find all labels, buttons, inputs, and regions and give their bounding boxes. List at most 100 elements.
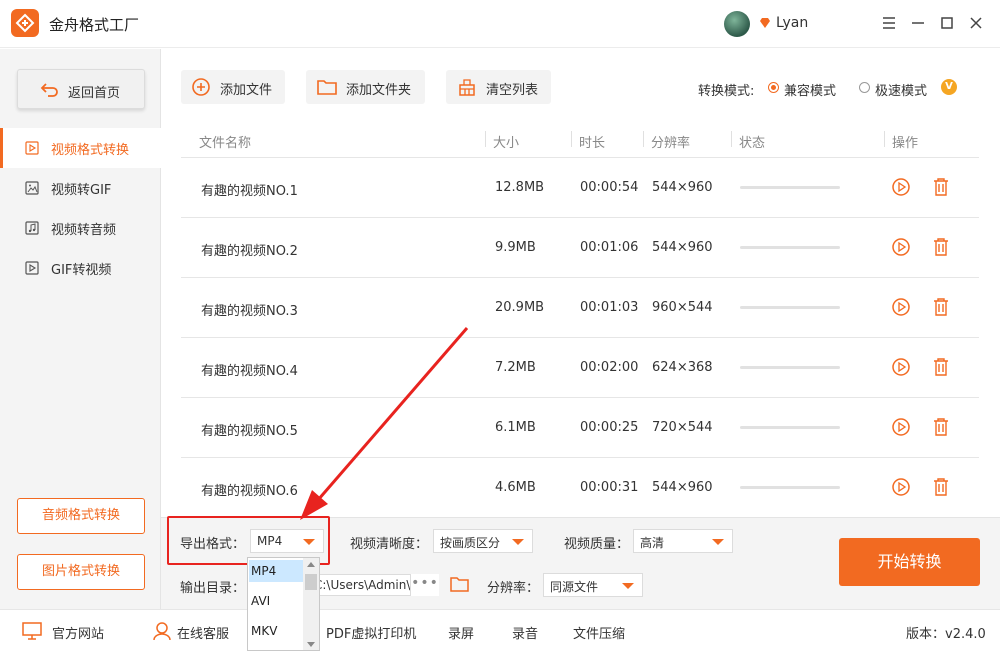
sidebar-item-label: GIF转视频: [51, 263, 112, 278]
file-size-cell: 9.9MB: [495, 240, 536, 255]
menu-icon[interactable]: [878, 12, 900, 34]
sidebar-item-video-to-audio[interactable]: 视频转音频: [0, 208, 161, 248]
user-avatar[interactable]: [724, 11, 750, 37]
compat-mode-label[interactable]: 兼容模式: [784, 80, 836, 99]
col-separator: [571, 131, 572, 147]
minimize-icon[interactable]: [907, 12, 929, 34]
online-support-link[interactable]: 在线客服: [177, 623, 229, 642]
pdf-printer-link[interactable]: PDF虚拟打印机: [326, 623, 416, 642]
file-name-cell: 有趣的视频NO.4: [201, 364, 298, 379]
table-row[interactable]: 有趣的视频NO.6 4.6MB 00:00:31 544×960: [181, 458, 979, 518]
table-row[interactable]: 有趣的视频NO.2 9.9MB 00:01:06 544×960: [181, 218, 979, 278]
resolution-cell: 720×544: [652, 420, 713, 435]
close-icon[interactable]: [965, 12, 987, 34]
monitor-icon: [22, 622, 42, 640]
scroll-up-icon[interactable]: [307, 562, 315, 567]
dropdown-option-mkv[interactable]: MKV: [249, 620, 305, 642]
file-name-cell: 有趣的视频NO.3: [201, 304, 298, 319]
quality-value: 高清: [640, 536, 665, 550]
status-progress-bar: [740, 186, 840, 189]
quality-select[interactable]: 高清: [633, 529, 733, 553]
browse-more-button[interactable]: •••: [410, 574, 439, 596]
resolution-cell: 960×544: [652, 300, 713, 315]
maximize-icon[interactable]: [936, 12, 958, 34]
col-separator: [884, 131, 885, 147]
username[interactable]: Lyan: [776, 15, 808, 31]
customer-service-icon: [153, 622, 171, 641]
trash-icon[interactable]: [932, 477, 950, 497]
file-name-cell: 有趣的视频NO.6: [201, 484, 298, 499]
dropdown-option-avi[interactable]: AVI: [249, 590, 305, 612]
sidebar: 返回首页 视频格式转换 视频转GIF 视频转音频 GIF转视频 音频格式转换 图…: [0, 49, 161, 609]
start-convert-button[interactable]: 开始转换: [839, 538, 980, 586]
convert-mode-label: 转换模式:: [698, 84, 755, 99]
record-audio-link[interactable]: 录音: [512, 623, 538, 642]
table-row[interactable]: 有趣的视频NO.5 6.1MB 00:00:25 720×544: [181, 398, 979, 458]
clear-list-label: 清空列表: [486, 83, 539, 98]
clarity-select[interactable]: 按画质区分: [433, 529, 533, 553]
record-screen-link[interactable]: 录屏: [448, 623, 474, 642]
file-name-cell: 有趣的视频NO.1: [201, 184, 298, 199]
trash-icon[interactable]: [932, 357, 950, 377]
duration-cell: 00:00:31: [580, 480, 639, 495]
fast-mode-radio[interactable]: [859, 82, 870, 93]
col-header-action: 操作: [892, 136, 919, 151]
file-size-cell: 6.1MB: [495, 420, 536, 435]
video-file-icon: [25, 261, 39, 275]
resolution-select[interactable]: 同源文件: [543, 573, 643, 597]
audio-convert-button[interactable]: 音频格式转换: [17, 498, 145, 534]
add-file-button[interactable]: 添加文件: [181, 70, 285, 104]
table-row[interactable]: 有趣的视频NO.1 12.8MB 00:00:54 544×960: [181, 158, 979, 218]
duration-cell: 00:01:06: [580, 240, 639, 255]
dropdown-scrollbar[interactable]: [303, 558, 319, 650]
back-home-button[interactable]: 返回首页: [17, 69, 145, 109]
scroll-down-icon[interactable]: [307, 642, 315, 647]
file-size-cell: 20.9MB: [495, 300, 545, 315]
col-header-resolution: 分辨率: [651, 136, 691, 151]
status-progress-bar: [740, 366, 840, 369]
resolution-cell: 544×960: [652, 180, 713, 195]
sidebar-item-gif-to-video[interactable]: GIF转视频: [0, 248, 161, 288]
sidebar-item-label: 视频格式转换: [51, 143, 130, 158]
add-folder-button[interactable]: 添加文件夹: [306, 70, 425, 104]
table-row[interactable]: 有趣的视频NO.4 7.2MB 00:02:00 624×368: [181, 338, 979, 398]
vip-badge-icon: V: [941, 79, 957, 95]
play-icon[interactable]: [891, 477, 911, 497]
title-bar: 金舟格式工厂 Lyan: [0, 0, 1000, 48]
trash-icon[interactable]: [932, 417, 950, 437]
play-icon[interactable]: [891, 297, 911, 317]
file-size-cell: 12.8MB: [495, 180, 545, 195]
music-file-icon: [25, 221, 39, 235]
sidebar-item-video-to-gif[interactable]: 视频转GIF: [0, 168, 161, 208]
play-icon[interactable]: [891, 417, 911, 437]
file-compress-link[interactable]: 文件压缩: [573, 623, 625, 642]
duration-cell: 00:00:54: [580, 180, 639, 195]
play-icon[interactable]: [891, 177, 911, 197]
scrollbar-thumb[interactable]: [305, 574, 317, 590]
trash-icon[interactable]: [932, 177, 950, 197]
sidebar-item-label: 视频转音频: [51, 223, 117, 238]
trash-icon[interactable]: [932, 237, 950, 257]
table-row[interactable]: 有趣的视频NO.3 20.9MB 00:01:03 960×544: [181, 278, 979, 338]
back-home-label: 返回首页: [68, 86, 121, 101]
quality-label: 视频质量：: [564, 537, 630, 552]
play-icon[interactable]: [891, 357, 911, 377]
clear-list-button[interactable]: 清空列表: [446, 70, 551, 104]
open-folder-icon[interactable]: [450, 575, 470, 593]
resolution-cell: 544×960: [652, 240, 713, 255]
sidebar-item-video-convert[interactable]: 视频格式转换: [0, 128, 161, 168]
file-size-cell: 7.2MB: [495, 360, 536, 375]
file-name-cell: 有趣的视频NO.2: [201, 244, 298, 259]
trash-icon[interactable]: [932, 297, 950, 317]
plus-circle-icon: [192, 78, 210, 96]
play-icon[interactable]: [891, 237, 911, 257]
image-convert-button[interactable]: 图片格式转换: [17, 554, 145, 590]
image-icon: [25, 181, 39, 195]
compat-mode-radio[interactable]: [768, 82, 779, 93]
chevron-down-icon: [512, 539, 524, 545]
fast-mode-label[interactable]: 极速模式: [875, 80, 927, 99]
dropdown-option-mp4[interactable]: MP4: [249, 560, 305, 582]
duration-cell: 00:02:00: [580, 360, 639, 375]
sidebar-item-label: 视频转GIF: [51, 183, 112, 198]
official-website-link[interactable]: 官方网站: [52, 623, 104, 642]
